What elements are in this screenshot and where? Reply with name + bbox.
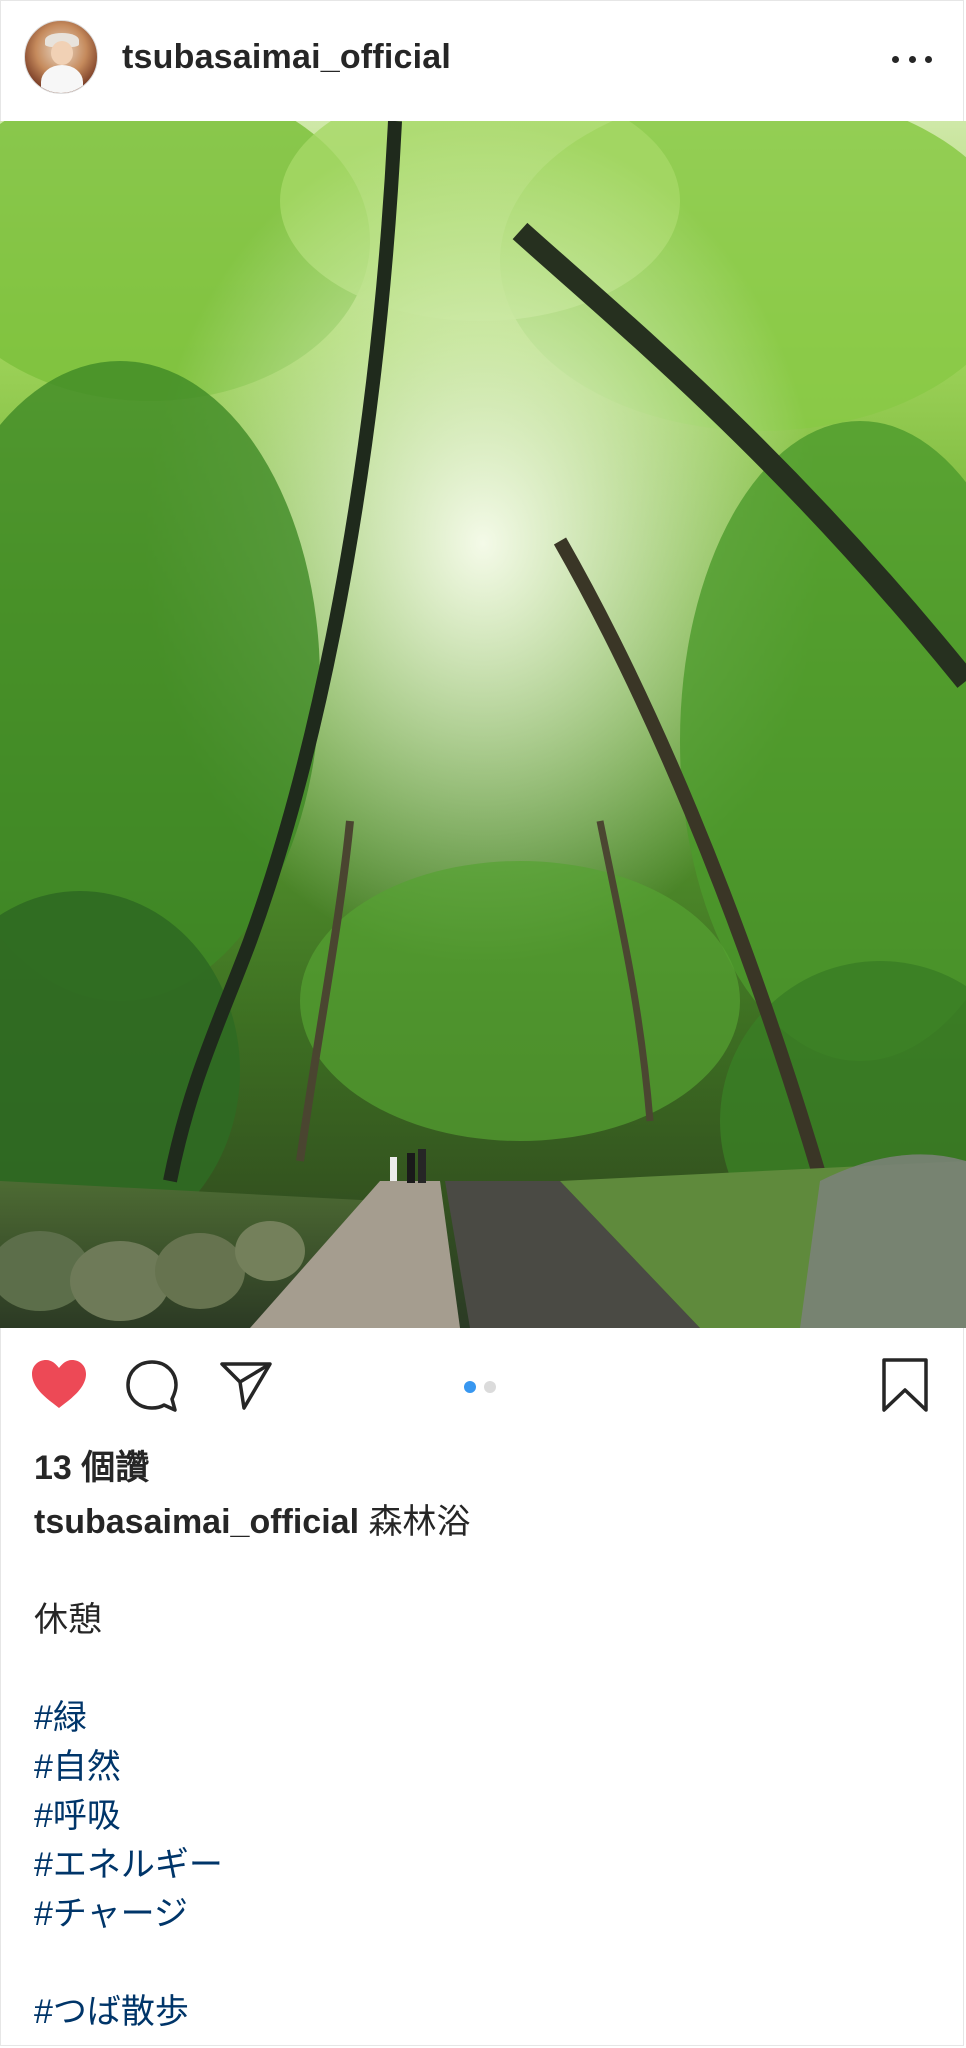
- hashtag-link[interactable]: #自然: [34, 1743, 934, 1792]
- avatar[interactable]: [24, 20, 98, 94]
- header-username[interactable]: tsubasaimai_official: [122, 38, 451, 77]
- comment-icon[interactable]: [124, 1358, 180, 1414]
- caption-line: [34, 1547, 934, 1596]
- caption-text: 森林浴: [368, 1503, 471, 1541]
- post-photo[interactable]: [0, 121, 966, 1328]
- post-caption: tsubasaimai_official 森林浴 休憩 #緑 #自然 #呼吸 #…: [34, 1498, 934, 2037]
- more-dot: [908, 55, 916, 63]
- caption-line: [34, 1645, 934, 1694]
- caption-username[interactable]: tsubasaimai_official: [34, 1503, 359, 1541]
- hashtag-link[interactable]: #つば散歩: [34, 1988, 934, 2037]
- post-header: tsubasaimai_official: [0, 0, 966, 120]
- action-bar: [0, 1328, 966, 1438]
- more-options-icon[interactable]: [892, 54, 932, 64]
- caption-line: 休憩: [34, 1601, 102, 1639]
- carousel-dot-active: [464, 1381, 476, 1393]
- hashtag-link[interactable]: #呼吸: [34, 1792, 934, 1841]
- avatar-face: [51, 41, 73, 65]
- caption-line: [34, 1939, 934, 1988]
- hashtag-link[interactable]: #緑: [34, 1694, 934, 1743]
- more-dot: [925, 55, 932, 63]
- carousel-dot: [484, 1381, 496, 1393]
- hashtag-link[interactable]: #エネルギー: [34, 1841, 934, 1890]
- caption-first-line: tsubasaimai_official 森林浴: [34, 1498, 934, 1547]
- avatar-shirt: [41, 65, 83, 93]
- more-dot: [892, 55, 899, 63]
- likes-count[interactable]: 13 個讚: [34, 1440, 149, 1489]
- forest-path-photo: [0, 121, 966, 1328]
- carousel-indicator: [464, 1381, 496, 1393]
- bookmark-icon[interactable]: [880, 1356, 930, 1414]
- heart-icon[interactable]: [30, 1358, 88, 1410]
- share-icon[interactable]: [218, 1358, 274, 1412]
- heart-shape: [32, 1360, 86, 1408]
- hashtag-link[interactable]: #チャージ: [34, 1890, 934, 1939]
